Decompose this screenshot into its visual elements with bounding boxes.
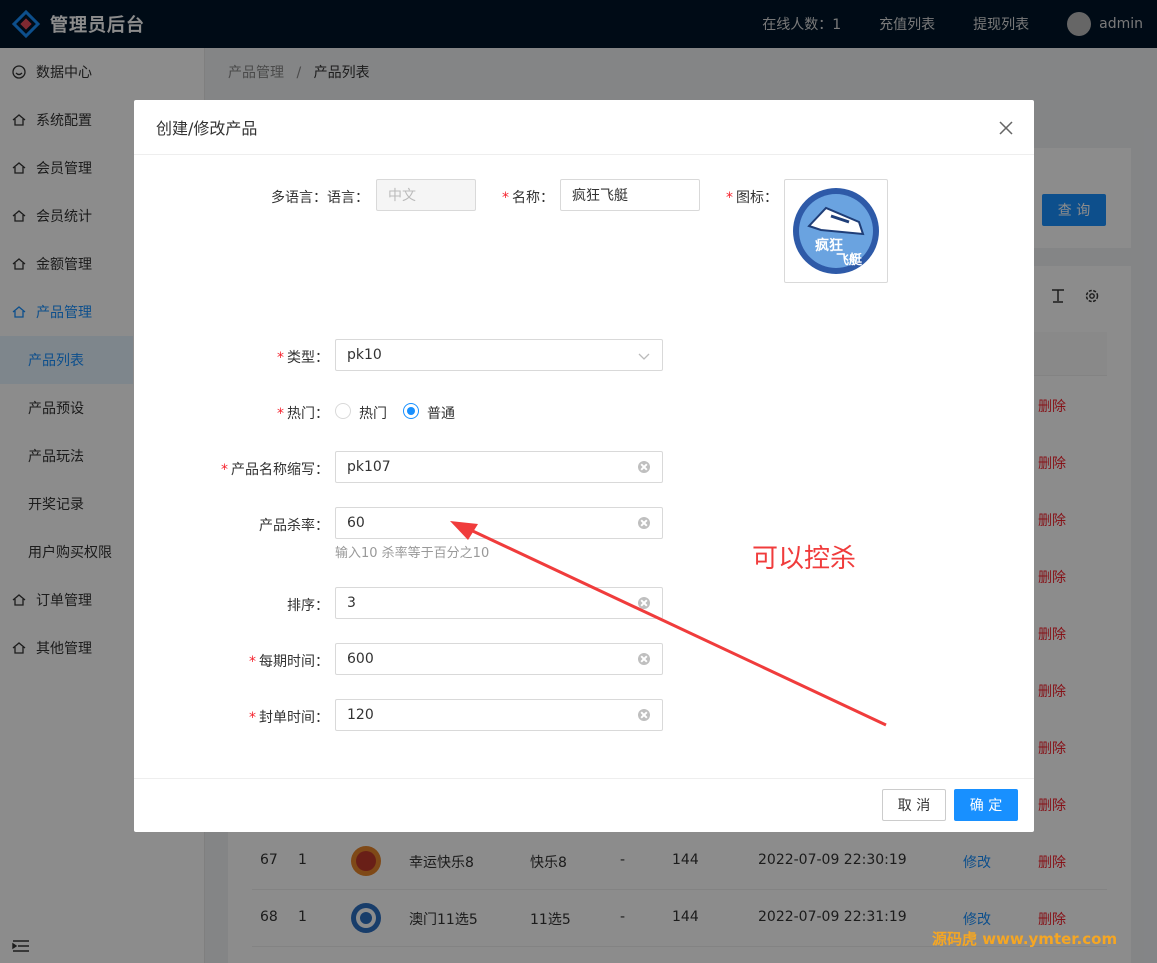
annotation-text: 可以控杀	[752, 544, 857, 574]
annotation-arrow	[450, 521, 887, 727]
watermark: 源码虎 www.ymter.com	[932, 930, 1118, 948]
